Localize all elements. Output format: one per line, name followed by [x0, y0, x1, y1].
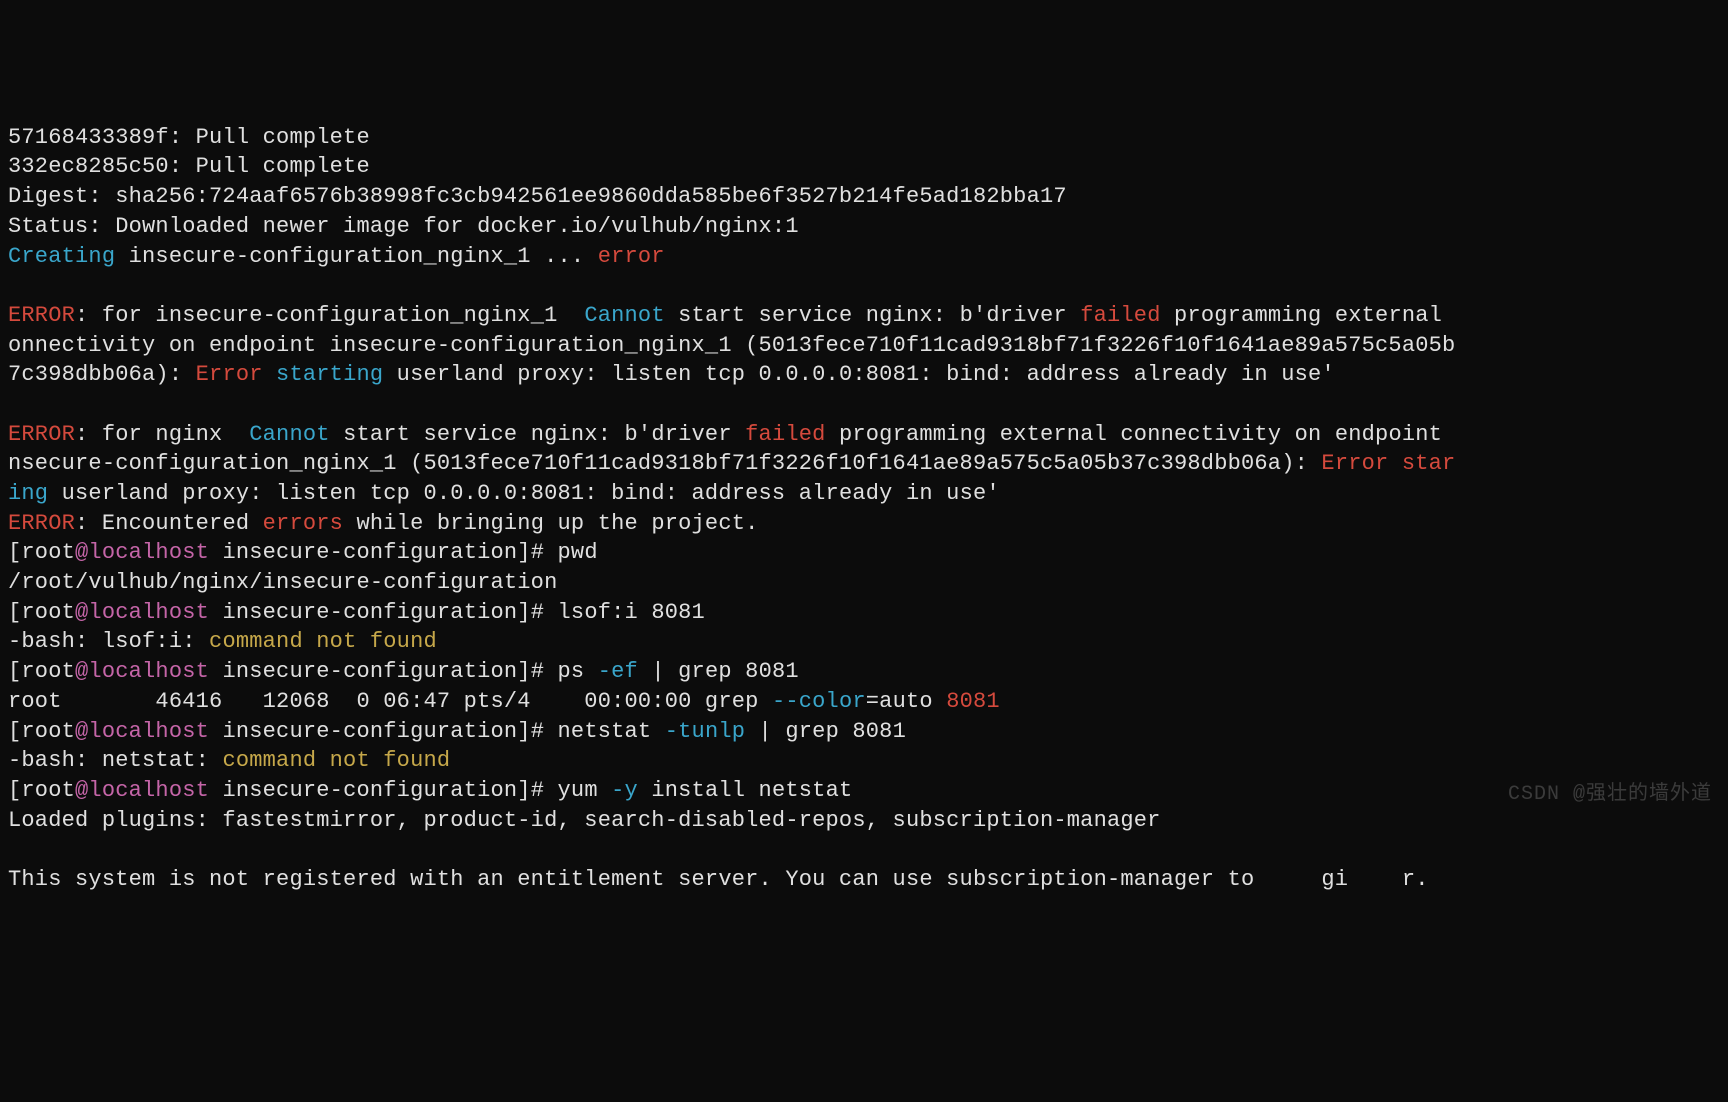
text: 7c398dbb06a): [8, 362, 196, 387]
cannot-word: Cannot [249, 422, 329, 447]
text-line: Digest: sha256:724aaf6576b38998fc3cb9425… [8, 184, 1067, 209]
text: while bringing up the project. [343, 511, 758, 536]
failed-word: failed [1080, 303, 1160, 328]
command-netstat[interactable]: netstat [558, 719, 665, 744]
error-word: Error [196, 362, 263, 387]
prompt-at: @ [75, 540, 88, 565]
text-line: Status: Downloaded newer image for docke… [8, 214, 799, 239]
text-line: onnectivity on endpoint insecure-configu… [8, 333, 1455, 358]
command-netstat[interactable]: | grep 8081 [745, 719, 906, 744]
pwd-output: /root/vulhub/nginx/insecure-configuratio… [8, 570, 558, 595]
prompt-at: @ [75, 659, 88, 684]
text: -bash: lsof:i: [8, 629, 209, 654]
prompt-host: localhost [88, 540, 209, 565]
prompt-user: [root [8, 659, 75, 684]
yum-output: Loaded plugins: fastestmirror, product-i… [8, 808, 1161, 833]
errors-word: errors [263, 511, 343, 536]
prompt-user: [root [8, 540, 75, 565]
text: -bash: netstat: [8, 748, 222, 773]
text: ing [8, 481, 48, 506]
prompt-user: [root [8, 778, 75, 803]
watermark: CSDN @强壮的墙外道 [1508, 781, 1712, 808]
prompt-at: @ [75, 600, 88, 625]
text: userland proxy: listen tcp 0.0.0.0:8081:… [48, 481, 1000, 506]
ps-port: 8081 [946, 689, 1000, 714]
error-label: ERROR [8, 422, 75, 447]
prompt-dir: insecure-configuration]# [209, 659, 557, 684]
text: : for insecure-configuration_nginx_1 [75, 303, 584, 328]
failed-word: failed [745, 422, 825, 447]
text: start service nginx: b'driver [665, 303, 1080, 328]
text: : for nginx [75, 422, 249, 447]
prompt-dir: insecure-configuration]# [209, 600, 557, 625]
ps-flag: --color [772, 689, 866, 714]
prompt-user: [root [8, 600, 75, 625]
container-name: insecure-configuration_nginx_1 ... [115, 244, 597, 269]
terminal-output: 57168433389f: Pull complete 332ec8285c50… [8, 123, 1720, 895]
text: programming external connectivity on end… [826, 422, 1456, 447]
prompt-host: localhost [88, 600, 209, 625]
prompt-host: localhost [88, 778, 209, 803]
prompt-dir: insecure-configuration]# [209, 540, 557, 565]
prompt-dir: insecure-configuration]# [209, 719, 557, 744]
error-word: error [598, 244, 665, 269]
prompt-dir: insecure-configuration]# [209, 778, 557, 803]
ps-output: =auto [866, 689, 946, 714]
command-flag: -ef [598, 659, 638, 684]
prompt-at: @ [75, 778, 88, 803]
command-flag: -y [611, 778, 638, 803]
ps-output: root 46416 12068 0 06:47 pts/4 00:00:00 … [8, 689, 772, 714]
error-label: ERROR [8, 303, 75, 328]
text: star [1388, 451, 1455, 476]
text: programming external [1161, 303, 1456, 328]
command-yum[interactable]: yum [558, 778, 612, 803]
text-line: 332ec8285c50: Pull complete [8, 154, 370, 179]
command-ps[interactable]: | grep 8081 [638, 659, 799, 684]
prompt-user: [root [8, 719, 75, 744]
not-found: command not found [222, 748, 450, 773]
text: start service nginx: b'driver [330, 422, 745, 447]
not-found: command not found [209, 629, 437, 654]
command-yum[interactable]: install netstat [638, 778, 852, 803]
starting-word: starting [263, 362, 384, 387]
prompt-host: localhost [88, 719, 209, 744]
prompt-at: @ [75, 719, 88, 744]
error-label: ERROR [8, 511, 75, 536]
command-ps[interactable]: ps [558, 659, 598, 684]
prompt-host: localhost [88, 659, 209, 684]
cannot-word: Cannot [584, 303, 664, 328]
command-flag: -tunlp [665, 719, 745, 744]
text: : Encountered [75, 511, 263, 536]
text: userland proxy: listen tcp 0.0.0.0:8081:… [383, 362, 1335, 387]
yum-output: This system is not registered with an en… [8, 867, 1429, 892]
text: nsecure-configuration_nginx_1 (5013fece7… [8, 451, 1321, 476]
error-word: Error [1321, 451, 1388, 476]
text-line: 57168433389f: Pull complete [8, 125, 370, 150]
creating-label: Creating [8, 244, 115, 269]
command-lsof[interactable]: lsof:i 8081 [558, 600, 705, 625]
command-pwd[interactable]: pwd [558, 540, 598, 565]
